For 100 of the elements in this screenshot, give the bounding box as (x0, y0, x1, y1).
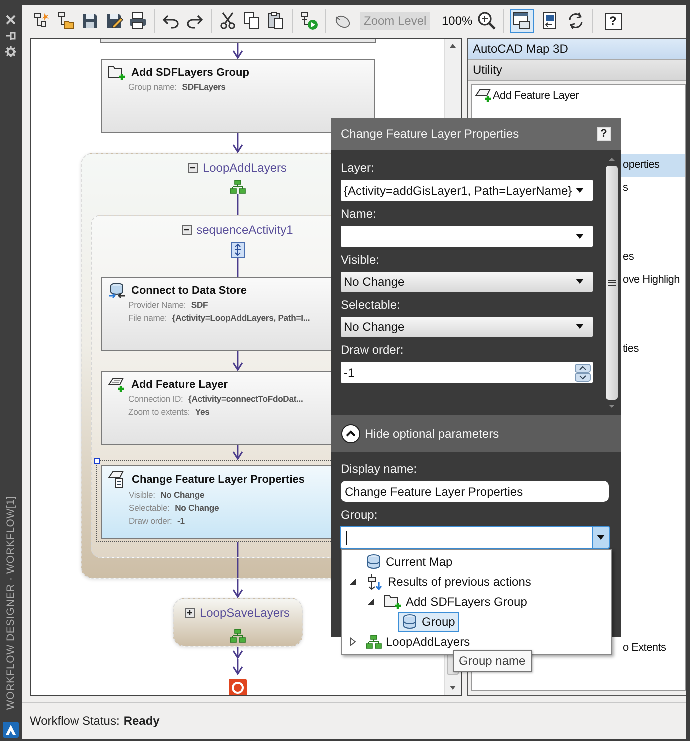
field-value: {Activity=connectToFdoDat... (188, 394, 304, 404)
caret-icon (575, 188, 585, 194)
tree-item[interactable]: Add SDFLayers Group (380, 592, 532, 612)
caret-icon (575, 234, 585, 240)
database-icon (402, 614, 418, 630)
pin-icon[interactable] (5, 30, 17, 42)
field-label: Selectable: (129, 502, 170, 513)
connector-line (236, 258, 240, 277)
status-label: Workflow Status: (30, 714, 120, 728)
activity-title: Connect to Data Store (132, 284, 248, 297)
status-value: Ready (124, 714, 160, 728)
tree-item[interactable]: Results of previous actions (362, 572, 536, 592)
collapse-button[interactable] (182, 224, 192, 235)
keyboard-panel-button[interactable] (510, 9, 534, 34)
tooltip: Group name (453, 650, 532, 672)
combo-box[interactable]: {Activity=addGisLayer1, Path=LayerName} (341, 180, 593, 201)
hierarchy-icon (230, 628, 246, 643)
text-cursor (346, 530, 347, 544)
field-label: Visible: (341, 253, 380, 267)
toolbox-section-header[interactable]: Utility (468, 60, 686, 81)
toolbox-item[interactable]: Add Feature Layer (472, 84, 685, 108)
collapse-arrow-icon[interactable] (366, 597, 376, 607)
scroll-thumb[interactable] (606, 166, 618, 400)
open-workflow-icon[interactable] (56, 11, 76, 32)
flow-arrow (232, 444, 244, 460)
database-icon (366, 554, 382, 570)
selection-handle[interactable] (94, 458, 100, 464)
hierarchy-icon (366, 635, 382, 649)
connector-line (236, 194, 240, 215)
app-logo-icon[interactable] (3, 722, 19, 738)
flow-arrow (232, 42, 244, 59)
toolbox-section-header[interactable]: AutoCAD Map 3D (468, 38, 686, 60)
field-value: SDF (191, 300, 208, 310)
folder-plus-icon (384, 594, 402, 610)
cut-icon[interactable] (218, 11, 238, 32)
field-label: Provider Name: (128, 300, 186, 310)
loop-title: LoopAddLayers (202, 160, 288, 175)
dropdown[interactable]: No Change (341, 272, 593, 292)
field-label: Connection ID: (128, 394, 184, 404)
field-value: Yes (195, 406, 210, 417)
hierarchy-icon (230, 180, 246, 194)
spin-up-icon[interactable] (575, 364, 591, 372)
field-value: -1 (178, 516, 185, 526)
panel-title: WORKFLOW DESIGNER - WORKFLOW[1] (5, 496, 17, 710)
text-field[interactable]: Change Feature Layer Properties (341, 481, 609, 502)
activity-title: Add SDFLayers Group (132, 66, 250, 79)
field-label: Group name: (128, 82, 178, 92)
caret-icon (596, 534, 606, 540)
dropdown-button[interactable] (592, 527, 609, 548)
help-button[interactable]: ? (604, 12, 622, 30)
expand-button[interactable] (184, 608, 195, 618)
field-value: No Change (175, 502, 220, 513)
tree-item[interactable]: Group (398, 612, 460, 632)
field-value: {Activity=LoopAddLayers, Path=I... (172, 312, 310, 323)
field-label: Name: (341, 207, 378, 221)
help-button[interactable]: ? (597, 127, 611, 141)
field-value: SDFLayers (182, 82, 226, 92)
paste-icon[interactable] (266, 11, 286, 32)
window-keyboard-icon (512, 11, 532, 32)
actions-icon (366, 574, 384, 590)
sequence-title: sequenceActivity1 (196, 222, 294, 237)
copy-icon[interactable] (242, 11, 262, 32)
flow-arrow (232, 658, 244, 675)
chevron-up-icon (341, 424, 361, 444)
sequence-icon (230, 242, 244, 258)
settings-icon[interactable] (5, 46, 17, 58)
save-as-icon[interactable] (104, 11, 124, 32)
layer-properties-icon (108, 470, 126, 489)
collapse-arrow-icon[interactable] (348, 577, 358, 587)
close-icon[interactable] (5, 14, 17, 26)
run-workflow-icon[interactable] (299, 11, 319, 32)
expand-arrow-icon[interactable] (348, 637, 358, 647)
loop-title: LoopSaveLayers (200, 606, 290, 620)
tree-item[interactable]: LoopAddLayers (362, 633, 474, 651)
folder-plus-icon (108, 64, 126, 81)
flow-arrow (232, 578, 244, 598)
flow-arrow (232, 132, 244, 153)
optional-parameters-toggle[interactable]: Hide optional parameters (331, 415, 621, 452)
field-label: Draw order: (129, 516, 172, 526)
print-icon[interactable] (128, 11, 148, 32)
database-connect-icon (108, 282, 126, 299)
activity-title: Add Feature Layer (132, 378, 228, 391)
spin-down-icon[interactable] (575, 372, 591, 382)
flow-arrow (232, 350, 244, 371)
caret-icon (575, 324, 585, 330)
loop-container[interactable]: LoopSaveLayers (172, 598, 302, 647)
zoom-percent: 100% (442, 14, 473, 28)
number-field[interactable]: -1 (341, 362, 593, 383)
dropdown[interactable]: No Change (341, 317, 593, 337)
tree-item[interactable]: Current Map (362, 552, 457, 572)
zoom-icon[interactable] (476, 11, 497, 32)
caret-icon (575, 279, 585, 285)
field-label: Visible: (129, 490, 156, 500)
field-value: No Change (160, 490, 205, 500)
field-label: Layer: (341, 161, 376, 175)
layer-plus-icon (108, 376, 126, 393)
collapse-button[interactable] (188, 162, 198, 173)
activity-title: Change Feature Layer Properties (132, 474, 306, 486)
flow-arrow (232, 646, 244, 659)
field-label: File name: (128, 312, 168, 323)
